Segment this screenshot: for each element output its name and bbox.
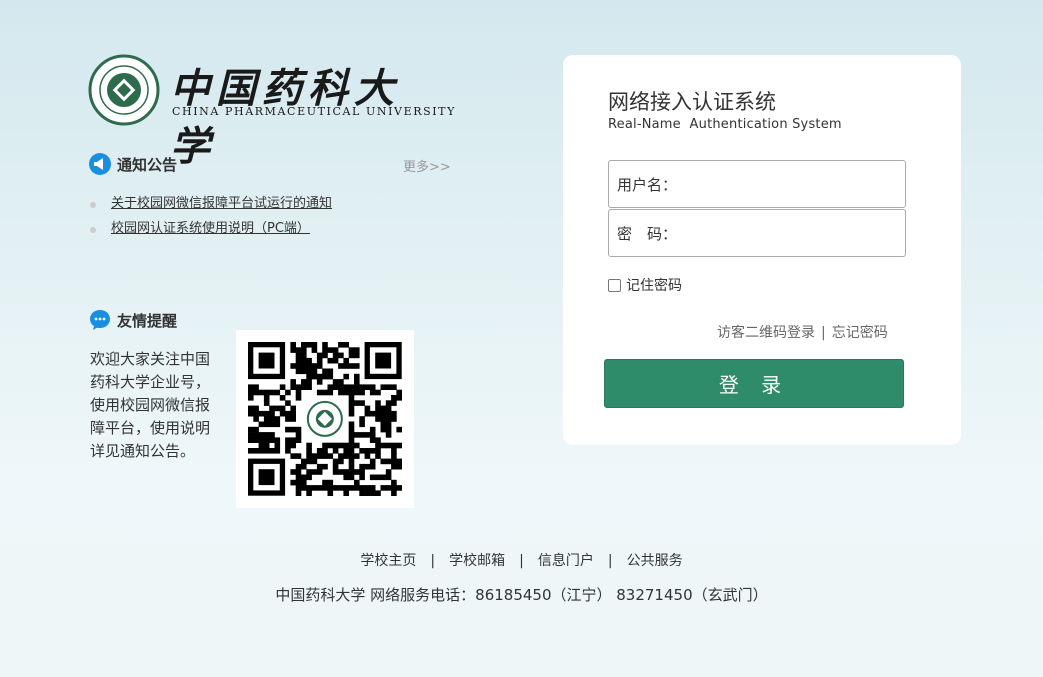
footer-separator: | xyxy=(607,553,613,569)
notice-link-2[interactable]: 校园网认证系统使用说明（PC端） xyxy=(111,217,310,236)
logo-english-name: CHINA PHARMACEUTICAL UNIVERSITY xyxy=(172,105,456,118)
qr-code xyxy=(236,330,414,508)
remember-label: 记住密码 xyxy=(626,278,682,294)
password-field[interactable]: 密 码： xyxy=(608,209,906,257)
footer-link-school-mail[interactable]: 学校邮箱 xyxy=(449,553,505,569)
university-seal-icon xyxy=(88,54,160,126)
footer-link-public-service[interactable]: 公共服务 xyxy=(627,553,683,569)
notice-list: 关于校园网微信报障平台试运行的通知 校园网认证系统使用说明（PC端） xyxy=(90,189,332,239)
qr-code-image xyxy=(248,342,402,496)
password-input[interactable] xyxy=(677,209,905,257)
tip-text: 欢迎大家关注中国药科大学企业号，使用校园网微信报障平台，使用说明详见通知公告。 xyxy=(90,350,211,460)
notice-header: 通知公告 xyxy=(89,153,177,175)
tip-header: 友情提醒 xyxy=(89,309,177,331)
list-item: 关于校园网微信报障平台试运行的通知 xyxy=(90,189,332,214)
footer-link-info-portal[interactable]: 信息门户 xyxy=(538,553,594,569)
notice-title: 通知公告 xyxy=(117,155,178,174)
username-field[interactable]: 用户名： xyxy=(608,160,906,208)
username-input[interactable] xyxy=(677,160,905,208)
footer-separator: | xyxy=(519,553,524,569)
notice-more-link[interactable]: 更多>> xyxy=(403,156,451,175)
university-logo: 中国药科大学 CHINA PHARMACEUTICAL UNIVERSITY xyxy=(88,54,454,170)
remember-checkbox[interactable] xyxy=(608,278,621,292)
login-subtitle: Real-Name Authentication System xyxy=(608,117,842,132)
remember-password[interactable]: 记住密码 xyxy=(608,275,682,295)
login-links: 访客二维码登录 | 忘记密码 xyxy=(717,322,888,342)
login-button[interactable]: 登 录 xyxy=(604,359,904,408)
footer-links: 学校主页 | 学校邮箱 | 信息门户 | 公共服务 xyxy=(0,550,1043,570)
megaphone-icon xyxy=(89,153,111,175)
footer-link-school-home[interactable]: 学校主页 xyxy=(360,553,416,569)
tip-title: 友情提醒 xyxy=(117,311,178,330)
password-label: 密 码： xyxy=(617,224,678,243)
chat-bubble-icon xyxy=(90,310,110,330)
username-label: 用户名： xyxy=(617,175,678,194)
link-separator: | xyxy=(821,325,826,341)
notice-link-1[interactable]: 关于校园网微信报障平台试运行的通知 xyxy=(111,192,332,211)
footer-separator: | xyxy=(430,553,436,569)
forgot-password-link[interactable]: 忘记密码 xyxy=(832,325,888,341)
list-item: 校园网认证系统使用说明（PC端） xyxy=(90,214,332,239)
login-card: 网络接入认证系统 Real-Name Authentication System… xyxy=(563,55,961,445)
footer-contact-info: 中国药科大学 网络服务电话：86185450（江宁） 83271450（玄武门） xyxy=(275,586,768,604)
guest-qr-login-link[interactable]: 访客二维码登录 xyxy=(717,325,815,341)
bullet-icon xyxy=(90,201,96,208)
login-title: 网络接入认证系统 xyxy=(608,90,776,114)
bullet-icon xyxy=(90,226,96,233)
